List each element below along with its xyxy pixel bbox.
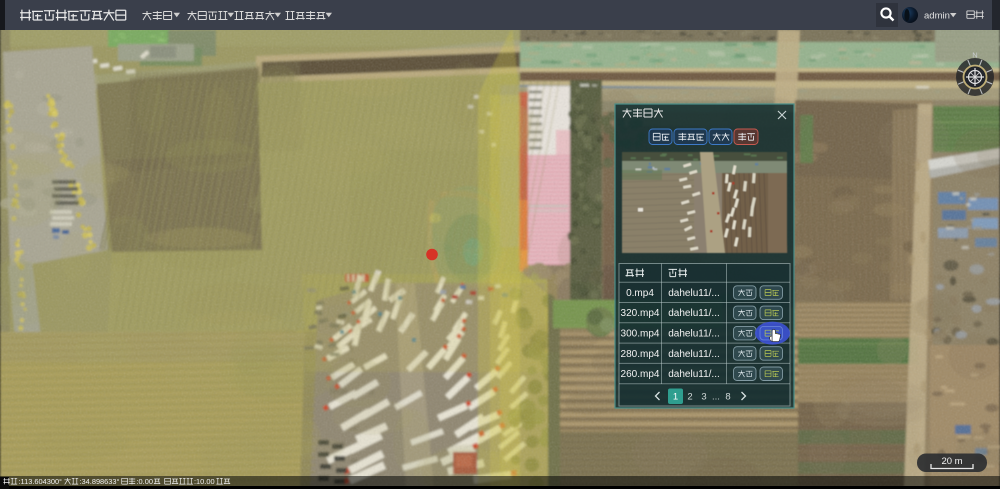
svg-text:admin: admin [924, 11, 950, 22]
svg-text:2: 2 [687, 392, 692, 403]
svg-text:dahelu11/...: dahelu11/... [668, 308, 720, 319]
svg-text:dahelu11/...: dahelu11/... [668, 288, 720, 299]
svg-text::34.898633°: :34.898633° [80, 477, 120, 486]
svg-text:320.mp4: 320.mp4 [621, 308, 660, 319]
svg-text:20 m: 20 m [941, 456, 962, 467]
svg-text:...: ... [712, 392, 720, 403]
svg-text:dahelu11/...: dahelu11/... [668, 349, 720, 360]
svg-text:dahelu11/...: dahelu11/... [668, 369, 720, 380]
svg-text:3: 3 [701, 392, 706, 403]
svg-text:1: 1 [673, 392, 678, 403]
svg-text:300.mp4: 300.mp4 [621, 329, 660, 340]
svg-text:280.mp4: 280.mp4 [621, 349, 660, 360]
svg-text::10.00: :10.00 [194, 477, 215, 486]
svg-text:8: 8 [725, 392, 730, 403]
svg-text::113.604300°: :113.604300° [19, 477, 63, 486]
svg-text:dahelu11/...: dahelu11/... [668, 329, 720, 340]
svg-text:0.mp4: 0.mp4 [626, 288, 654, 299]
svg-text:260.mp4: 260.mp4 [621, 369, 660, 380]
svg-text::0.00: :0.00 [137, 477, 153, 486]
